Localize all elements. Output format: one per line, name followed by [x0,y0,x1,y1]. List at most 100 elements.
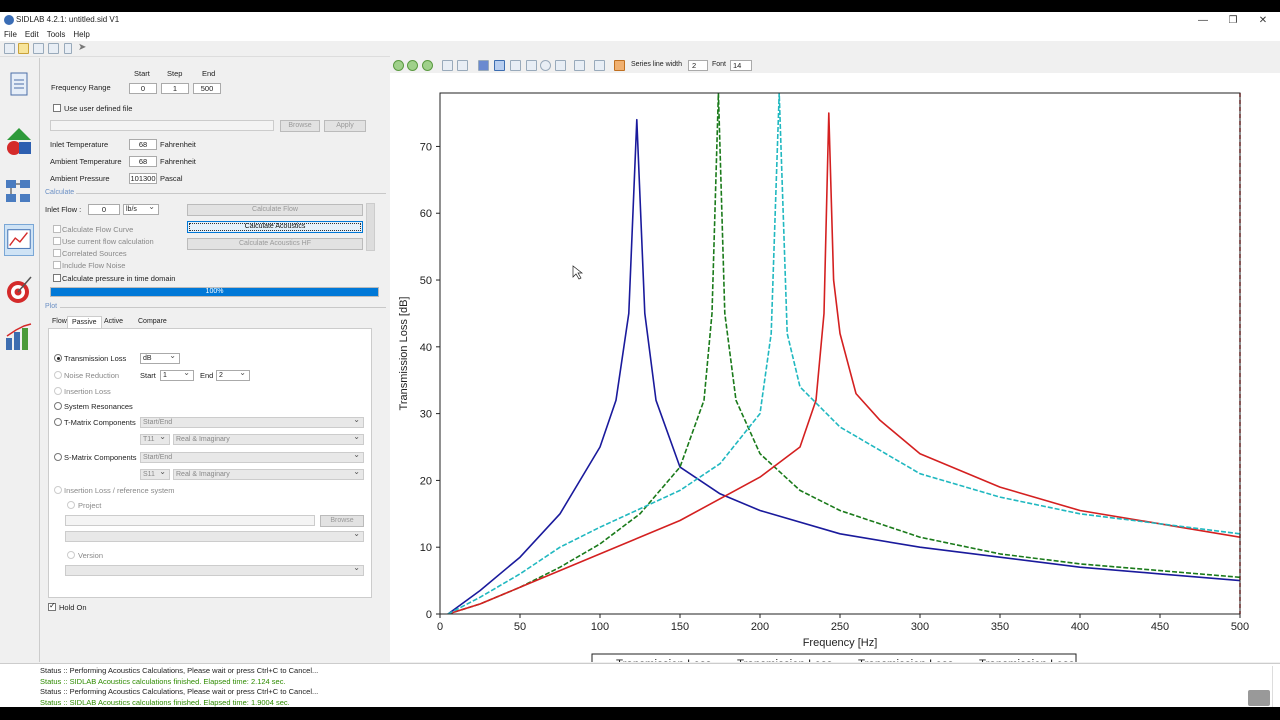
freq-step-input[interactable]: 1 [161,83,189,94]
plot-module-icon[interactable] [4,224,34,256]
project-select[interactable] [65,529,364,542]
status-scrollbar[interactable] [1272,666,1279,707]
minimize-button[interactable]: — [1188,12,1218,29]
t-matrix-radio[interactable] [54,418,62,426]
ambient-temp-input[interactable]: 68 [129,156,157,167]
calculate-flow-button[interactable]: Calculate Flow [187,204,363,216]
data-cursor-icon[interactable] [457,60,468,71]
menu-help[interactable]: Help [69,29,93,40]
freq-end-input[interactable]: 500 [193,83,221,94]
current-flow-label: Use current flow calculation [62,237,154,246]
project-browse-button[interactable]: Browse [320,515,364,527]
title-bar: SIDLAB 4.2.1: untitled.sid V1 — ❐ ✕ [0,12,1280,29]
document-module-icon[interactable] [4,70,34,102]
s-matrix-select[interactable]: Start/End [140,450,364,463]
pointer-icon[interactable]: ➤ [78,43,89,54]
t-matrix-select[interactable]: Start/End [140,415,364,428]
series-line-width-spinner[interactable]: 2 [688,60,708,71]
insertion-loss-radio[interactable] [54,387,62,395]
copy-icon[interactable] [526,60,537,71]
pause-button[interactable] [1248,690,1270,706]
tab-compare[interactable]: Compare [134,316,171,328]
flow-noise-label: Include Flow Noise [62,261,126,270]
correlated-sources-checkbox[interactable] [53,249,61,257]
legend-icon[interactable] [478,60,489,71]
nr-end-select[interactable]: 2 [216,368,250,381]
analysis-module-icon[interactable] [4,322,34,354]
target-module-icon[interactable] [4,274,34,306]
x-tick-label: 0 [437,621,443,633]
user-file-browse-button[interactable]: Browse [280,120,320,132]
marker-icon[interactable] [540,60,551,71]
t-real-imag-select[interactable]: Real & Imaginary [173,432,364,445]
freq-end-label: End [202,69,216,78]
user-file-label: Use user defined file [64,104,133,113]
nr-start-label: Start [140,371,156,380]
ambient-pressure-input[interactable]: 101300 [129,173,157,184]
flow-curve-label: Calculate Flow Curve [62,225,134,234]
inlet-temp-input[interactable]: 68 [129,139,157,150]
s-real-imag-select[interactable]: Real & Imaginary [173,467,364,480]
zoom-reset-icon[interactable] [422,60,433,71]
freq-start-input[interactable]: 0 [129,83,157,94]
il-reference-radio[interactable] [54,486,62,494]
grid-icon[interactable] [494,60,505,71]
line-style-icon[interactable] [555,60,566,71]
network-module-icon[interactable] [4,176,34,208]
menu-file[interactable]: File [0,29,21,40]
user-file-path-input[interactable] [50,120,274,131]
flow-curve-checkbox[interactable] [53,225,61,233]
zoom-out-icon[interactable] [407,60,418,71]
project-label: Project [78,501,102,510]
app-window: SIDLAB 4.2.1: untitled.sid V1 — ❐ ✕ File… [0,12,1280,707]
user-file-apply-button[interactable]: Apply [324,120,366,132]
menu-edit[interactable]: Edit [21,29,43,40]
properties-icon[interactable] [594,60,605,71]
calculate-scroll-handle[interactable] [366,203,375,251]
t11-select[interactable]: T11 [140,432,170,445]
zoom-in-icon[interactable] [393,60,404,71]
s11-select[interactable]: S11 [140,467,170,480]
system-resonances-radio[interactable] [54,402,62,410]
status-log: Status :: Performing Acoustics Calculati… [0,663,1280,707]
nr-start-select[interactable]: 1 [160,368,194,381]
new-file-icon[interactable] [4,43,15,54]
open-folder-icon[interactable] [18,43,29,54]
current-flow-checkbox[interactable] [53,237,61,245]
pan-icon[interactable] [442,60,453,71]
noise-reduction-radio[interactable] [54,371,62,379]
menu-tools[interactable]: Tools [43,29,70,40]
user-file-checkbox[interactable] [53,104,61,112]
tab-passive[interactable]: Passive [67,316,102,328]
print-icon[interactable] [510,60,521,71]
transmission-loss-radio[interactable] [54,354,62,362]
restore-button[interactable]: ❐ [1218,12,1248,29]
version-radio[interactable] [67,551,75,559]
pointer-tool-icon[interactable] [614,60,625,71]
freq-start-label: Start [134,69,150,78]
font-size-spinner[interactable]: 14 [730,60,752,71]
x-tick-label: 300 [911,621,929,633]
properties-icon[interactable] [64,43,72,54]
y-tick-label: 30 [420,409,432,421]
elements-module-icon[interactable] [4,126,34,158]
inlet-flow-unit-select[interactable]: lb/s [123,202,159,215]
time-domain-checkbox[interactable] [53,274,61,282]
close-button[interactable]: ✕ [1248,12,1278,29]
version-select[interactable] [65,563,364,576]
transmission-loss-chart: 0 50 100 150 200 250 300 350 400 450 500 0 10 20 30 40 5… [398,92,1249,662]
tl-unit-select[interactable]: dB [140,351,180,364]
s-matrix-radio[interactable] [54,453,62,461]
calculate-acoustics-hf-button[interactable]: Calculate Acoustics HF [187,238,363,250]
export-icon[interactable] [574,60,585,71]
hold-on-checkbox[interactable] [48,601,56,611]
save-icon[interactable] [33,43,44,54]
project-path-input[interactable] [65,515,315,526]
save-as-icon[interactable] [48,43,59,54]
calculate-acoustics-button[interactable]: Calculate Acoustics [187,221,363,233]
x-tick-label: 350 [991,621,1009,633]
project-radio[interactable] [67,501,75,509]
flow-noise-checkbox[interactable] [53,261,61,269]
inlet-flow-input[interactable]: 0 [88,204,120,215]
tab-active[interactable]: Active [100,316,127,328]
